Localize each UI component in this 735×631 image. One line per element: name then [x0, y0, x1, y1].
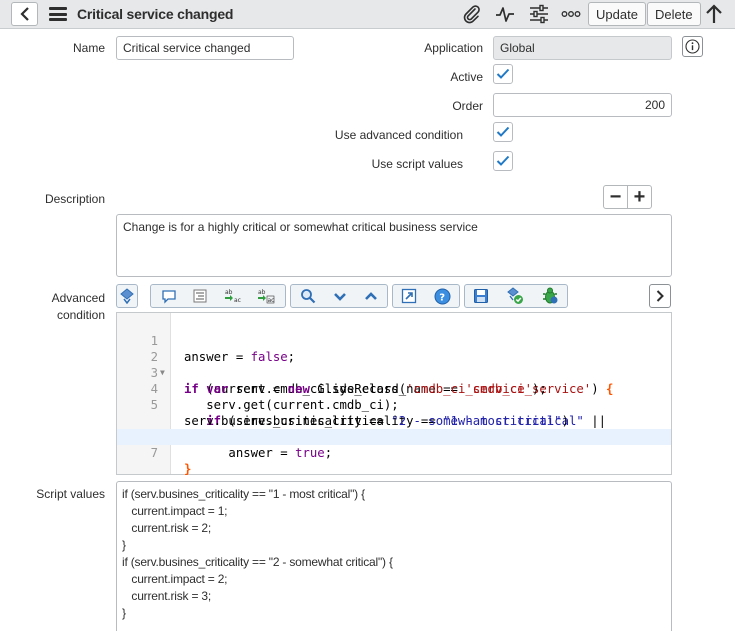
search-icon[interactable]	[300, 288, 316, 304]
paperclip-icon[interactable]	[461, 3, 483, 25]
code-line: 1 answer = false;	[117, 317, 671, 364]
script-line: current.risk = 2;	[122, 521, 212, 535]
toggle-syntax-icon	[120, 288, 134, 304]
active-checkbox[interactable]	[493, 64, 513, 84]
info-icon[interactable]	[682, 36, 703, 57]
editor-toolbar-group-1: ab ac ab ac	[150, 284, 286, 308]
code-line: 6 answer = true;	[117, 413, 671, 460]
editor-toolbar-group-2	[290, 284, 388, 308]
description-textarea[interactable]: Change is for a highly critical or somew…	[116, 214, 672, 277]
form-title: Critical service changed	[77, 6, 234, 22]
update-button[interactable]: Update	[588, 2, 646, 26]
syntax-check-icon[interactable]	[506, 287, 524, 305]
format-code-icon[interactable]	[192, 288, 208, 304]
chevron-right-icon	[656, 290, 664, 302]
script-debugger-icon[interactable]	[541, 287, 559, 305]
use-advanced-condition-checkbox[interactable]	[493, 122, 513, 142]
script-line: }	[122, 538, 126, 552]
checkmark-icon	[496, 155, 510, 166]
script-line: if (serv.busines_criticality == "1 - mos…	[122, 487, 365, 501]
svg-text:ab: ab	[225, 289, 233, 296]
activity-pulse-icon[interactable]	[494, 3, 516, 25]
code-line-active: 7 }	[117, 429, 671, 476]
script-line: }	[122, 606, 126, 620]
line-number: 7	[150, 446, 158, 460]
checkmark-icon	[496, 68, 510, 79]
plus-icon[interactable]: +	[628, 186, 651, 208]
arrow-up-icon[interactable]	[703, 3, 725, 25]
fullscreen-icon[interactable]	[401, 288, 417, 304]
save-icon[interactable]	[473, 288, 489, 304]
code-editor[interactable]: 1 answer = false; 2 ▼ if (current.cmdb_c…	[116, 312, 672, 476]
name-input[interactable]: Critical service changed	[116, 36, 294, 60]
checkmark-icon	[496, 126, 510, 137]
advanced-condition-label-line2: condition	[56, 308, 105, 322]
form-header: Critical service changed Update Delete	[0, 0, 735, 29]
application-label: Application	[424, 41, 483, 55]
previous-icon[interactable]	[364, 289, 378, 303]
application-field: Global	[493, 36, 672, 60]
more-options-icon[interactable]	[560, 3, 582, 25]
expand-toolbar-button[interactable]	[649, 284, 671, 308]
chevron-left-icon	[19, 7, 29, 21]
help-icon[interactable]: ?	[434, 288, 451, 305]
description-label: Description	[44, 192, 105, 206]
code-line: 2 ▼ if (current.cmdb_ci.sys_class_name =…	[117, 333, 671, 396]
svg-text:ac: ac	[234, 297, 241, 304]
order-label: Order	[452, 99, 483, 113]
code-line: 3 var serv = new GlideRecord('cmdb_ci_se…	[117, 349, 671, 396]
name-label: Name	[72, 41, 105, 55]
advanced-condition-label-line1: Advanced	[51, 291, 105, 305]
script-values-label: Script values	[36, 487, 105, 501]
comment-icon[interactable]	[161, 288, 177, 304]
hamburger-menu-icon[interactable]	[49, 7, 67, 21]
use-script-values-checkbox[interactable]	[493, 151, 513, 171]
code-line: 4 serv.get(current.cmdb_ci);	[117, 365, 671, 412]
svg-text:ab: ab	[258, 289, 266, 296]
script-values-textarea[interactable]: if (serv.busines_criticality == "1 - mos…	[116, 481, 672, 631]
next-icon[interactable]	[333, 289, 347, 303]
script-line: current.impact = 1;	[122, 504, 228, 518]
back-button[interactable]	[11, 2, 38, 26]
minus-icon[interactable]: −	[604, 186, 628, 208]
script-line: current.risk = 3;	[122, 589, 212, 603]
replace-all-icon[interactable]: abac	[257, 288, 275, 304]
use-script-values-label: Use script values	[371, 157, 463, 171]
toggle-syntax-button[interactable]	[116, 284, 138, 308]
script-line: if (serv.busines_criticality == "2 - som…	[122, 555, 393, 569]
delete-button[interactable]: Delete	[647, 2, 701, 26]
code-line-wrapped: serv.busines_criticality == "2 - somewha…	[184, 414, 569, 428]
use-advanced-condition-label: Use advanced condition	[334, 128, 463, 142]
script-line: current.impact = 2;	[122, 572, 228, 586]
advanced-condition-label: Advanced condition	[52, 290, 105, 324]
sliders-icon[interactable]	[528, 3, 550, 25]
description-size-controls: − +	[603, 185, 652, 209]
svg-text:?: ?	[439, 292, 445, 303]
svg-text:ac: ac	[268, 297, 275, 304]
code-content[interactable]: 1 answer = false; 2 ▼ if (current.cmdb_c…	[117, 317, 671, 476]
editor-toolbar-group-4	[464, 284, 568, 308]
code-line: 5 if (serv.busines_criticality == "1 - m…	[117, 381, 671, 428]
editor-toolbar-group-3: ?	[392, 284, 460, 308]
replace-icon[interactable]: abac	[224, 288, 242, 304]
active-label: Active	[450, 70, 483, 84]
order-input[interactable]: 200	[493, 93, 672, 117]
